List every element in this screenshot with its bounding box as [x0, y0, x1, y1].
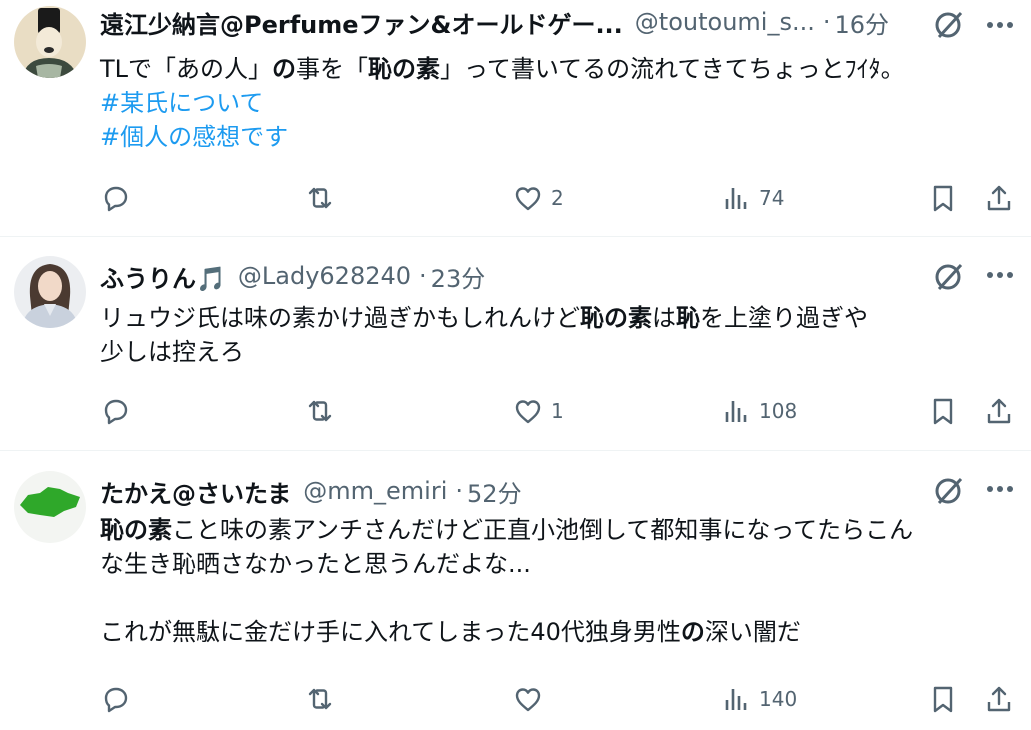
like-button[interactable]: 1: [513, 391, 564, 431]
retweet-button[interactable]: [305, 391, 343, 431]
reply-button[interactable]: [100, 178, 138, 218]
tweet[interactable]: ふうりん🎵 @Lady628240 · 23分 リュウジ氏は味の素かけ過ぎかもし…: [0, 256, 1031, 449]
hashtag-link[interactable]: #個人の感想です: [100, 120, 905, 154]
reply-icon: [104, 687, 128, 713]
views-icon: [725, 401, 747, 422]
tweet-text-line: 少しは控えろ: [100, 338, 244, 366]
share-button[interactable]: [984, 391, 1014, 431]
retweet-icon: [308, 400, 332, 422]
user-handle[interactable]: @mm_emiri: [303, 477, 447, 505]
separator-dot: ·: [822, 8, 831, 36]
user-handle[interactable]: @toutoumi_s...: [635, 8, 815, 36]
views-icon: [725, 188, 747, 209]
views-button[interactable]: 74: [721, 178, 784, 218]
avatar[interactable]: [14, 471, 86, 543]
tweet-divider: [0, 236, 1031, 237]
reply-icon: [104, 186, 128, 212]
tweet-text: リュウジ氏は味の素かけ過ぎかもしれんけど恥の素は恥を上塗り過ぎや 少しは控えろ: [100, 301, 868, 369]
bookmark-button[interactable]: [928, 391, 958, 431]
retweet-icon: [308, 688, 332, 710]
bookmark-icon: [933, 185, 953, 212]
like-button[interactable]: 2: [513, 178, 564, 218]
like-icon: [515, 400, 541, 424]
bookmark-button[interactable]: [928, 178, 958, 218]
views-icon: [725, 689, 747, 710]
share-button[interactable]: [984, 679, 1014, 719]
tweet-text: 恥の素こと味の素アンチさんだけど正直小池倒して都知事になってたらこん な生き恥晒…: [100, 513, 913, 649]
more-icon[interactable]: [983, 260, 1017, 290]
retweet-button[interactable]: [305, 178, 343, 218]
hashtag-link[interactable]: #某氏について: [100, 86, 905, 120]
retweet-button[interactable]: [305, 679, 343, 719]
grok-icon[interactable]: [932, 8, 966, 42]
views-button[interactable]: 140: [721, 679, 797, 719]
tweet-text-line: な生き恥晒さなかったと思うんだよな...: [100, 550, 531, 578]
bookmark-icon: [933, 686, 953, 713]
more-icon[interactable]: [983, 474, 1017, 504]
share-icon: [987, 398, 1011, 424]
share-icon: [987, 185, 1011, 211]
tweet-text-line: TLで「あの人」の事を「恥の素」って書いてるの流れてきてちょっとﾌｲﾀ。: [100, 55, 905, 83]
separator-dot: ·: [455, 477, 464, 505]
share-button[interactable]: [984, 178, 1014, 218]
display-name[interactable]: たかえ@さいたま: [100, 474, 291, 509]
avatar[interactable]: [14, 256, 86, 328]
tweet[interactable]: 遠江少納言@Perfumeファン&オールドゲー... @toutoumi_s..…: [0, 0, 1031, 236]
views-button[interactable]: 108: [721, 391, 797, 431]
more-icon[interactable]: [983, 10, 1017, 40]
reply-icon: [104, 399, 128, 425]
tweet-text-line: リュウジ氏は味の素かけ過ぎかもしれんけど恥の素は恥を上塗り過ぎや: [100, 304, 868, 332]
reply-button[interactable]: [100, 679, 138, 719]
like-icon: [515, 187, 541, 211]
tweet[interactable]: たかえ@さいたま @mm_emiri · 52分 恥の素こと味の素アンチさんだけ…: [0, 471, 1031, 730]
separator-dot: ·: [419, 262, 427, 290]
tweet-text-line: これが無駄に金だけ手に入れてしまった40代独身男性の深い闇だ: [100, 618, 801, 646]
tweet-divider: [0, 450, 1031, 451]
tweet-text-line: 恥の素こと味の素アンチさんだけど正直小池倒して都知事になってたらこん: [100, 516, 914, 544]
reply-button[interactable]: [100, 391, 138, 431]
user-handle[interactable]: @Lady628240: [238, 262, 411, 290]
share-icon: [987, 686, 1011, 712]
display-name[interactable]: 遠江少納言@Perfumeファン&オールドゲー...: [100, 5, 623, 40]
avatar[interactable]: [14, 6, 86, 78]
bookmark-icon: [933, 398, 953, 425]
bookmark-button[interactable]: [928, 679, 958, 719]
timestamp[interactable]: 52分: [467, 474, 522, 509]
retweet-icon: [308, 187, 332, 209]
like-icon: [515, 688, 541, 712]
grok-icon[interactable]: [932, 260, 966, 294]
grok-icon[interactable]: [932, 474, 966, 508]
like-button[interactable]: [513, 679, 551, 719]
tweet-text: TLで「あの人」の事を「恥の素」って書いてるの流れてきてちょっとﾌｲﾀ。 #某氏…: [100, 52, 905, 154]
tweet-text-line: [100, 581, 913, 615]
timestamp[interactable]: 23分: [431, 259, 486, 294]
timestamp[interactable]: 16分: [834, 5, 889, 40]
display-name[interactable]: ふうりん🎵: [100, 259, 226, 294]
